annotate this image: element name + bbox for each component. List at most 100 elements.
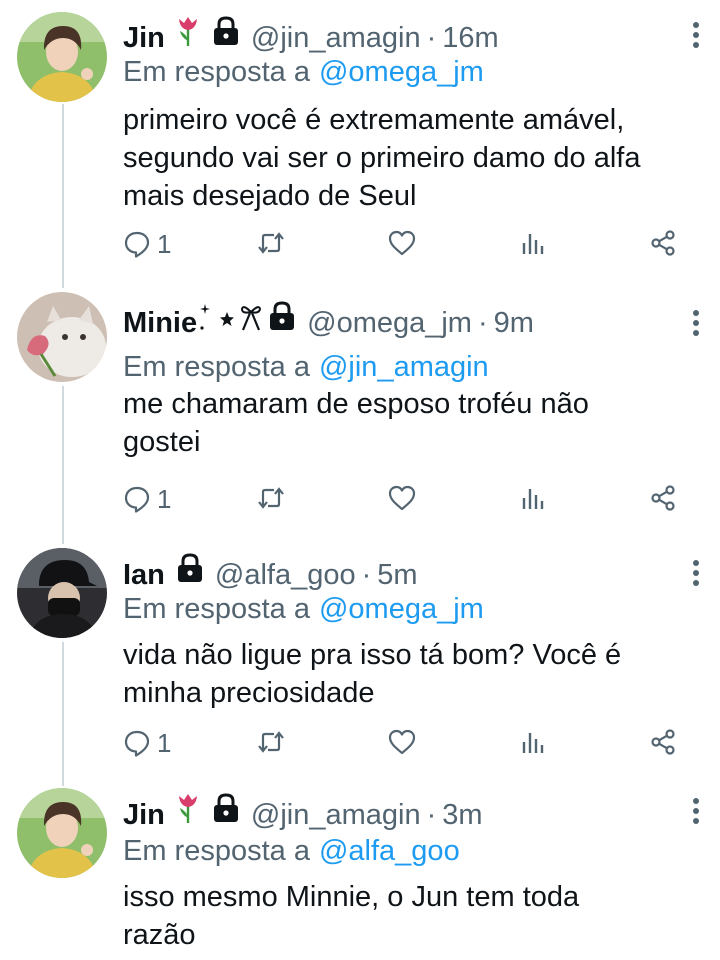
display-name[interactable]: Jin — [123, 19, 165, 57]
username-handle[interactable]: @omega_jm — [307, 304, 472, 342]
views-button[interactable] — [519, 484, 547, 512]
action-bar: 1 — [123, 229, 683, 263]
tulip-icon — [175, 15, 201, 47]
tweet-text-line: razão — [123, 919, 196, 951]
tweet-text: me chamaram de esposo troféu não gostei — [123, 385, 700, 461]
like-button[interactable] — [387, 484, 417, 512]
sparkle-icon — [199, 302, 211, 332]
avatar[interactable] — [17, 12, 107, 102]
share-button[interactable] — [649, 229, 677, 257]
tweet-header: Minie @omega_jm · 9m — [123, 300, 534, 342]
tweet-text-line: gostei — [123, 426, 201, 458]
reply-button[interactable]: 1 — [123, 484, 171, 514]
share-button[interactable] — [649, 728, 677, 756]
mention-link[interactable]: @omega_jm — [319, 593, 484, 625]
timestamp[interactable]: 9m — [494, 304, 534, 342]
share-icon — [649, 229, 677, 257]
share-button[interactable] — [649, 484, 677, 512]
mention-link[interactable]: @jin_amagin — [319, 351, 489, 383]
avatar[interactable] — [17, 788, 107, 878]
reply-count: 1 — [157, 229, 172, 259]
views-icon — [519, 229, 547, 257]
avatar[interactable] — [17, 548, 107, 638]
views-button[interactable] — [519, 728, 547, 756]
retweet-button[interactable] — [256, 728, 286, 756]
reply-icon — [123, 729, 151, 757]
reply-button[interactable]: 1 — [123, 229, 171, 259]
tweet[interactable]: Jin @jin_amagin · 16m Em resposta a @omeg… — [0, 0, 720, 290]
timestamp[interactable]: 3m — [442, 796, 482, 834]
reply-count: 1 — [157, 484, 172, 514]
tweet-text-line: primeiro você é extremamente amável, — [123, 104, 625, 136]
timestamp[interactable]: 5m — [377, 556, 417, 594]
mention-link[interactable]: @omega_jm — [319, 56, 484, 88]
tweet-text-line: segundo vai ser o primeiro damo do alfa — [123, 142, 641, 174]
reply-button[interactable]: 1 — [123, 728, 171, 758]
display-name[interactable]: Minie — [123, 304, 197, 342]
username-handle[interactable]: @jin_amagin — [251, 19, 421, 57]
views-icon — [519, 484, 547, 512]
separator-dot: · — [426, 799, 437, 831]
reply-icon — [123, 230, 151, 258]
tweet-text-line: vida não ligue pra isso tá bom? Você é — [123, 639, 622, 671]
reply-prefix: Em resposta a — [123, 835, 310, 867]
retweet-icon — [256, 229, 286, 257]
retweet-button[interactable] — [256, 229, 286, 257]
replying-to: Em resposta a @alfa_goo — [123, 832, 460, 870]
separator-dot: · — [477, 307, 488, 339]
more-icon[interactable] — [690, 20, 702, 50]
like-button[interactable] — [387, 728, 417, 756]
tweet-header: Jin @jin_amagin · 3m — [123, 792, 483, 834]
reply-prefix: Em resposta a — [123, 56, 310, 88]
retweet-button[interactable] — [256, 484, 286, 512]
tweet[interactable]: Ian @alfa_goo · 5m Em resposta a @omega_j… — [0, 540, 720, 784]
tweet-text: isso mesmo Minnie, o Jun tem toda razão — [123, 878, 700, 954]
like-icon — [387, 229, 417, 257]
replying-to: Em resposta a @omega_jm — [123, 590, 484, 628]
tweet-header: Ian @alfa_goo · 5m — [123, 552, 418, 594]
views-button[interactable] — [519, 229, 547, 257]
tweet-text-line: minha preciosidade — [123, 677, 375, 709]
tweet[interactable]: Minie @omega_jm · 9m Em resposta a @jin_a… — [0, 290, 720, 540]
timestamp[interactable]: 16m — [442, 19, 498, 57]
share-icon — [649, 728, 677, 756]
reply-prefix: Em resposta a — [123, 351, 310, 383]
retweet-icon — [256, 484, 286, 512]
more-icon[interactable] — [690, 308, 702, 338]
replying-to: Em resposta a @jin_amagin — [123, 348, 489, 386]
more-icon[interactable] — [690, 796, 702, 826]
display-name[interactable]: Ian — [123, 556, 165, 594]
ribbon-icon — [239, 302, 263, 332]
lock-icon — [211, 792, 241, 824]
tulip-icon — [175, 792, 201, 824]
tweet-text-line: me chamaram de esposo troféu não — [123, 388, 589, 420]
replying-to: Em resposta a @omega_jm — [123, 53, 484, 91]
separator-dot: · — [361, 559, 372, 591]
share-icon — [649, 484, 677, 512]
lock-icon — [267, 300, 297, 332]
lock-icon — [211, 15, 241, 47]
action-bar: 1 — [123, 728, 683, 762]
tweet-text-line: isso mesmo Minnie, o Jun tem toda — [123, 881, 580, 913]
like-icon — [387, 484, 417, 512]
mention-link[interactable]: @alfa_goo — [319, 835, 460, 867]
tweet-text-line: mais desejado de Seul — [123, 180, 417, 212]
lock-icon — [175, 552, 205, 584]
username-handle[interactable]: @jin_amagin — [251, 796, 421, 834]
separator-dot: · — [426, 22, 437, 54]
display-name[interactable]: Jin — [123, 796, 165, 834]
star-icon — [219, 304, 235, 332]
like-button[interactable] — [387, 229, 417, 257]
avatar[interactable] — [17, 292, 107, 382]
action-bar: 1 — [123, 484, 683, 518]
reply-icon — [123, 485, 151, 513]
tweet-text: vida não ligue pra isso tá bom? Você é m… — [123, 636, 700, 712]
reply-count: 1 — [157, 728, 172, 758]
tweet-header: Jin @jin_amagin · 16m — [123, 15, 499, 57]
tweet[interactable]: Jin @jin_amagin · 3m Em resposta a @alfa_… — [0, 784, 720, 960]
tweet-text: primeiro você é extremamente amável, seg… — [123, 101, 700, 215]
views-icon — [519, 728, 547, 756]
more-icon[interactable] — [690, 558, 702, 588]
username-handle[interactable]: @alfa_goo — [215, 556, 356, 594]
like-icon — [387, 728, 417, 756]
